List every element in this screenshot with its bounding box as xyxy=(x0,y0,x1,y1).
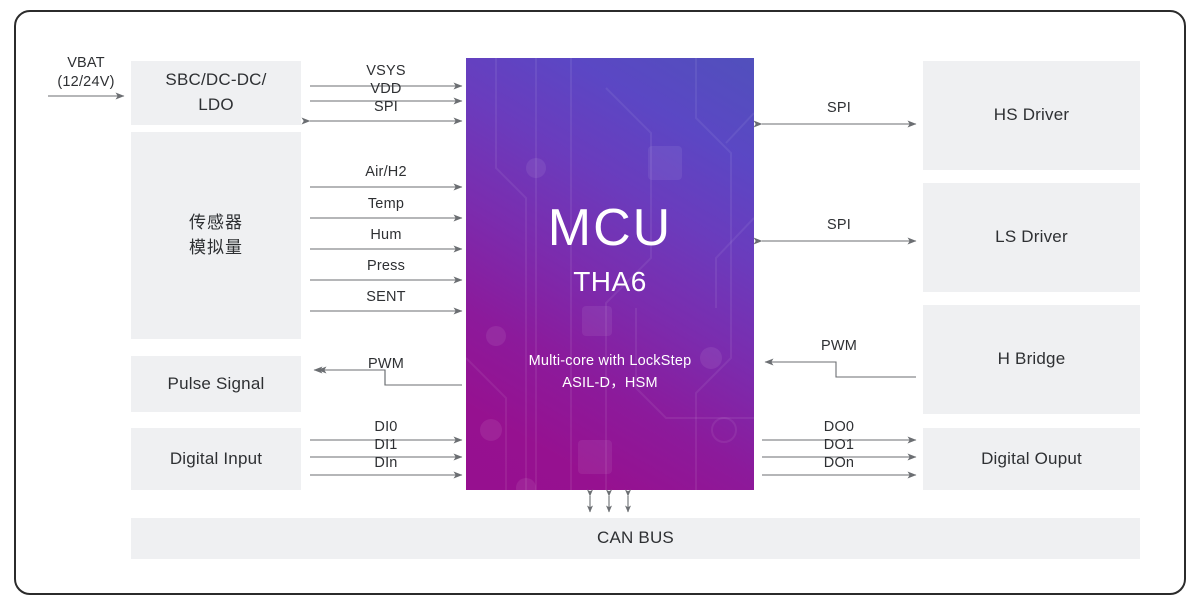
label-di0: DI0 xyxy=(374,419,398,435)
block-pulse-signal[interactable]: Pulse Signal xyxy=(131,356,301,412)
mcu-note-line-1: Multi-core with LockStep xyxy=(528,353,692,369)
block-can-bus-label: CAN BUS xyxy=(597,528,674,548)
label-do0: DO0 xyxy=(823,419,855,435)
label-di1: DI1 xyxy=(374,437,398,453)
block-digital-output-label: Digital Ouput xyxy=(981,448,1082,468)
label-spi-ls: SPI xyxy=(827,217,851,233)
label-sent: SENT xyxy=(366,289,406,305)
block-digital-output[interactable]: Digital Ouput xyxy=(923,428,1140,490)
label-vsys: VSYS xyxy=(366,63,406,79)
label-vbat-line-2: (12/24V) xyxy=(57,74,115,90)
block-can-bus[interactable]: CAN BUS xyxy=(131,518,1140,559)
block-ls-driver[interactable]: LS Driver xyxy=(923,183,1140,292)
block-sensor-analog[interactable]: 传感器 模拟量 xyxy=(131,132,301,339)
block-h-bridge-label: H Bridge xyxy=(997,349,1066,369)
label-don: DOn xyxy=(823,455,855,471)
label-do1: DO1 xyxy=(823,437,855,453)
block-digital-input[interactable]: Digital Input xyxy=(131,428,301,490)
mcu-title: MCU xyxy=(547,199,673,257)
block-ls-driver-label: LS Driver xyxy=(995,227,1068,247)
block-h-bridge[interactable]: H Bridge xyxy=(923,305,1140,414)
label-hum: Hum xyxy=(370,227,402,243)
block-sbc-dc-dc-ldo[interactable]: SBC/DC-DC/ LDO xyxy=(131,61,301,125)
block-digital-input-label: Digital Input xyxy=(169,448,263,468)
label-din: DIn xyxy=(374,455,398,471)
label-pwm-right: PWM xyxy=(820,338,858,354)
block-pulse-signal-label: Pulse Signal xyxy=(167,373,265,393)
label-vbat-line-1: VBAT xyxy=(67,55,105,71)
mcu-subtitle: THA6 xyxy=(573,266,647,297)
block-diagram-canvas: MCU THA6 Multi-core with LockStep ASIL-D… xyxy=(0,0,1200,605)
mcu-block: MCU THA6 Multi-core with LockStep ASIL-D… xyxy=(466,58,754,490)
label-spi-left: SPI xyxy=(374,99,398,115)
label-temp: Temp xyxy=(367,196,405,212)
block-sensor-label-1: 传感器 xyxy=(189,212,243,232)
label-air-h2: Air/H2 xyxy=(365,164,407,180)
label-pwm-left: PWM xyxy=(367,356,405,372)
label-vdd: VDD xyxy=(370,81,402,97)
block-hs-driver-label: HS Driver xyxy=(993,105,1070,125)
mcu-note-line-2: ASIL-D，HSM xyxy=(562,375,658,392)
block-sensor-label-2: 模拟量 xyxy=(189,237,243,257)
label-press: Press xyxy=(366,258,406,274)
label-spi-hs: SPI xyxy=(827,100,851,116)
block-sbc-label-2: LDO xyxy=(198,95,234,114)
block-hs-driver[interactable]: HS Driver xyxy=(923,61,1140,170)
block-sbc-label-1: SBC/DC-DC/ xyxy=(165,70,267,90)
